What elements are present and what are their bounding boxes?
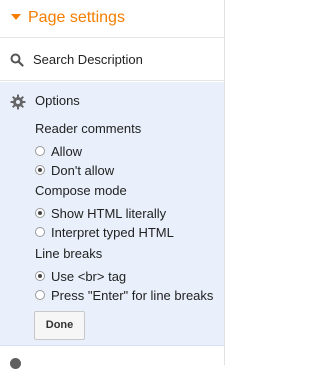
page-settings-panel: Page settings Search Description Options… [0, 0, 225, 369]
radio-press-enter-input[interactable] [35, 290, 45, 300]
page-settings-header[interactable]: Page settings [0, 0, 224, 38]
radio-press-enter-label: Press "Enter" for line breaks [51, 288, 214, 303]
radio-show-html-literally-label: Show HTML literally [51, 206, 167, 221]
radio-dont-allow-label: Don't allow [51, 163, 115, 178]
radio-allow-label: Allow [51, 144, 83, 159]
radio-interpret-typed-html-input[interactable] [35, 227, 45, 237]
options-title[interactable]: Options [35, 93, 80, 109]
radio-use-br-tag-label: Use <br> tag [51, 269, 127, 284]
search-description-label: Search Description [33, 52, 143, 67]
radio-allow-input[interactable] [35, 146, 45, 156]
radio-interpret-typed-html-label: Interpret typed HTML [51, 225, 174, 240]
item-icon [10, 358, 21, 369]
compose-mode-label: Compose mode [35, 183, 127, 198]
done-button[interactable]: Done [34, 311, 85, 340]
gear-icon [10, 94, 26, 110]
search-icon [10, 53, 24, 67]
radio-use-br-tag-input[interactable] [35, 271, 45, 281]
caret-down-icon [11, 14, 21, 20]
page-settings-title: Page settings [28, 9, 125, 26]
radio-dont-allow-input[interactable] [35, 165, 45, 175]
next-settings-item[interactable] [0, 347, 224, 377]
line-breaks-label: Line breaks [35, 246, 103, 261]
radio-show-html-literally-input[interactable] [35, 208, 45, 218]
options-section: Options Reader comments Allow Don't allo… [0, 82, 224, 346]
reader-comments-label: Reader comments [35, 121, 142, 136]
search-description-item[interactable]: Search Description [0, 39, 224, 81]
